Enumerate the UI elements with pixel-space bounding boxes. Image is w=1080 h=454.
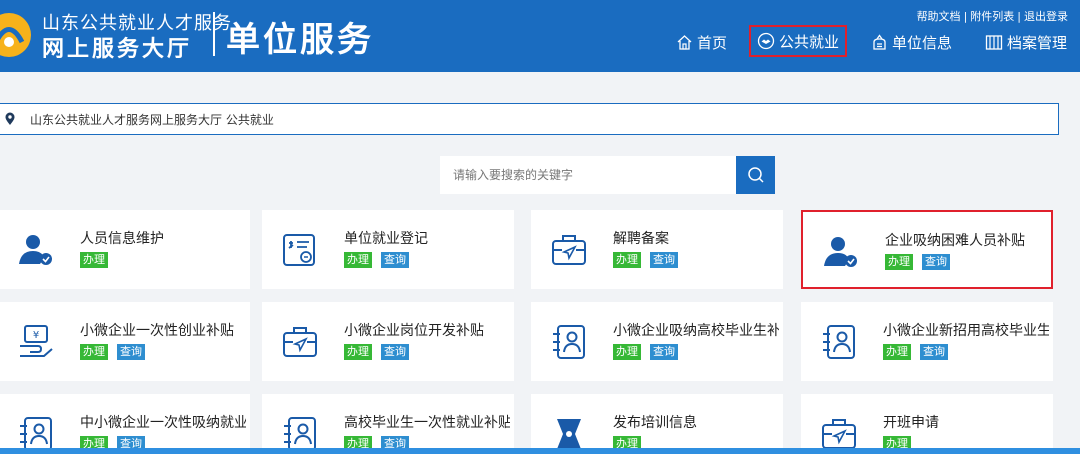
service-card-title: 发布培训信息 — [613, 415, 697, 431]
logout-link[interactable]: 退出登录 — [1024, 10, 1068, 23]
service-card[interactable]: 中小微企业一次性吸纳就业补贴办理查询 — [0, 394, 250, 454]
site-title: 单位服务 — [226, 20, 374, 60]
handshake-icon — [757, 32, 775, 50]
service-card-actions: 办理 查询 — [80, 344, 154, 360]
do-badge[interactable]: 办理 — [885, 254, 913, 270]
briefcase-icon — [280, 322, 320, 362]
logo-divider — [213, 12, 215, 56]
nav-home[interactable]: 首页 — [676, 28, 727, 56]
help-docs-link[interactable]: 帮助文档 — [917, 10, 961, 23]
service-card[interactable]: 小微企业岗位开发补贴 办理 查询 — [262, 302, 514, 381]
archive-icon — [985, 34, 1003, 50]
person-icon — [821, 232, 861, 272]
service-card-actions: 办理 查询 — [613, 252, 687, 268]
search-icon — [747, 167, 764, 183]
service-card-actions: 办理 查询 — [883, 344, 957, 360]
service-card-title: 企业吸纳困难人员补贴 — [885, 233, 1025, 249]
do-badge[interactable]: 办理 — [883, 344, 911, 360]
register-form-icon — [280, 230, 320, 270]
logo-text-line2: 网上服务大厅 — [42, 37, 193, 62]
query-badge[interactable]: 查询 — [381, 252, 409, 268]
person-icon — [16, 230, 56, 270]
nav-unit-info[interactable]: 单位信息 — [871, 28, 952, 56]
bottom-bar — [0, 448, 1080, 454]
attachment-list-link[interactable]: 附件列表 — [970, 10, 1014, 23]
service-card[interactable]: 人员信息维护 办理 — [0, 210, 250, 289]
service-card-title: 人员信息维护 — [80, 231, 164, 247]
service-card-actions: 办理 查询 — [885, 254, 959, 270]
query-badge[interactable]: 查询 — [920, 344, 948, 360]
service-card-title: 高校毕业生一次性就业补贴 — [344, 415, 510, 431]
service-card[interactable]: 小微企业吸纳高校毕业生补贴 办理 查询 — [531, 302, 783, 381]
nav-public-employment[interactable]: 公共就业 — [749, 25, 848, 57]
unit-info-icon — [873, 33, 886, 50]
service-card[interactable]: 解聘备案办理 查询 — [531, 210, 783, 289]
service-card[interactable]: ¥ 小微企业一次性创业补贴 办理 查询 — [0, 302, 250, 381]
do-badge[interactable]: 办理 — [344, 252, 372, 268]
service-card-actions: 办理 查询 — [344, 344, 418, 360]
service-card[interactable]: 小微企业新招用高校毕业生一次办理查询 — [801, 302, 1053, 381]
do-badge[interactable]: 办理 — [613, 344, 641, 360]
service-card-actions: 办理 查询 — [344, 252, 418, 268]
breadcrumb-text[interactable]: 山东公共就业人才服务网上服务大厅 公共就业 — [30, 111, 274, 128]
breadcrumb: 山东公共就业人才服务网上服务大厅 公共就业 — [0, 103, 1059, 135]
search-input[interactable] — [440, 156, 736, 194]
nav-public-label: 公共就业 — [779, 32, 840, 51]
contact-card-icon — [819, 322, 859, 362]
home-icon — [677, 34, 692, 50]
do-badge[interactable]: 办理 — [344, 344, 372, 360]
query-badge[interactable]: 查询 — [650, 252, 678, 268]
do-badge[interactable]: 办理 — [80, 252, 108, 268]
top-header: 山东公共就业人才服务 网上服务大厅 单位服务 帮助文档 | 附件列表 | 退出登录 首页… — [0, 0, 1080, 72]
briefcase-icon — [549, 230, 589, 270]
service-card[interactable]: 发布培训信息 办理 — [531, 394, 783, 454]
service-card[interactable]: 企业吸纳困难人员补贴 办理 查询 — [801, 210, 1053, 289]
service-card-title: 小微企业新招用高校毕业生一次 — [883, 323, 1049, 339]
link-separator: | — [1017, 10, 1021, 23]
do-badge[interactable]: 办理 — [613, 252, 641, 268]
top-links: 帮助文档 | 附件列表 | 退出登录 — [917, 8, 1068, 24]
service-card-title: 解聘备案 — [613, 231, 669, 247]
service-card-actions: 办理 — [80, 252, 117, 268]
query-badge[interactable]: 查询 — [381, 344, 409, 360]
service-card-title: 单位就业登记 — [344, 231, 428, 247]
contact-card-icon — [549, 322, 589, 362]
service-card-title: 小微企业岗位开发补贴 — [344, 323, 484, 339]
search-button[interactable] — [736, 156, 775, 194]
service-card[interactable]: 单位就业登记 办理 查询 — [262, 210, 514, 289]
link-separator: | — [963, 10, 968, 23]
site-logo-icon — [0, 13, 31, 57]
service-card-title: 中小微企业一次性吸纳就业补贴 — [80, 415, 246, 431]
location-pin-icon — [5, 112, 15, 125]
query-badge[interactable]: 查询 — [922, 254, 950, 270]
service-card[interactable]: 开班申请 办理 — [801, 394, 1053, 454]
query-badge[interactable]: 查询 — [117, 344, 145, 360]
nav-archive-management[interactable]: 档案管理 — [985, 28, 1067, 56]
service-card-title: 小微企业吸纳高校毕业生补贴 — [613, 323, 779, 339]
service-card[interactable]: 高校毕业生一次性就业补贴 办理 查询 — [262, 394, 514, 454]
service-card-title: 开班申请 — [883, 415, 939, 431]
service-card-title: 小微企业一次性创业补贴 — [80, 323, 234, 339]
do-badge[interactable]: 办理 — [80, 344, 108, 360]
money-hand-icon: ¥ — [16, 322, 56, 362]
nav-unit-label: 单位信息 — [892, 33, 953, 52]
nav-home-label: 首页 — [697, 33, 728, 52]
svg-text:¥: ¥ — [33, 330, 39, 341]
nav-archive-label: 档案管理 — [1007, 33, 1068, 52]
service-card-actions: 办理 查询 — [613, 344, 687, 360]
query-badge[interactable]: 查询 — [650, 344, 678, 360]
